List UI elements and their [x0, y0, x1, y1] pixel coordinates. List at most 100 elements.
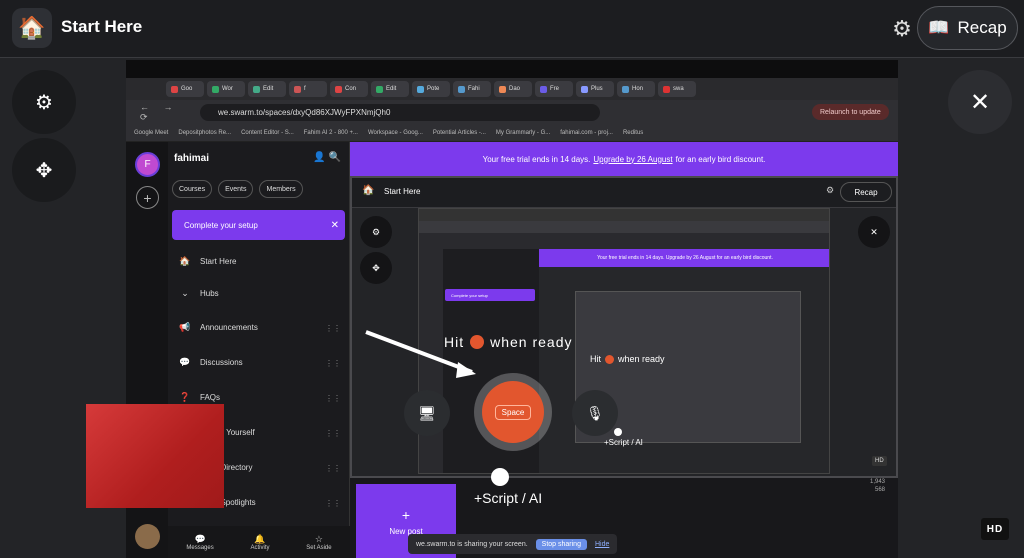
record-button[interactable]: Space — [482, 381, 544, 443]
bottom-nav-item[interactable]: 💬 Messages — [186, 534, 213, 551]
sidebar-item[interactable]: 💬 Discussions — [178, 357, 243, 368]
tab-label: Edit — [386, 86, 397, 92]
nested-trial-banner: Your free trial ends in 14 days. Upgrade… — [539, 249, 829, 267]
camera-preview[interactable] — [86, 404, 224, 508]
bookmark-item[interactable]: My Grammarly - G... — [496, 130, 550, 136]
hub-icon: ❓ — [179, 392, 191, 402]
drag-handle-icon[interactable]: ⋮⋮ — [325, 499, 341, 508]
tab-strip: Goo Wor Edit f Con Edit Pote Fahi Dao Fre Plus Hon s… — [126, 78, 898, 100]
close-button[interactable]: ✕ — [948, 70, 1012, 134]
plus-icon: + — [401, 506, 411, 523]
inner-move-icon[interactable]: ✥ — [360, 252, 392, 284]
screen-share-button[interactable]: 🖥 — [404, 390, 450, 436]
sidebar-item-label: Discussions — [200, 358, 243, 367]
microphone-button[interactable]: 🎙 — [572, 390, 618, 436]
bookmark-item[interactable]: Content Editor - S... — [241, 130, 294, 136]
drag-handle-icon[interactable]: ⋮⋮ — [325, 429, 341, 438]
sidebar-item[interactable]: 📢 Announcements — [178, 322, 257, 333]
upgrade-link[interactable]: Upgrade by 26 August — [593, 155, 672, 164]
complete-setup-item[interactable]: Complete your setup ✕ — [172, 210, 345, 240]
script-ai-button[interactable]: +Script / AI — [474, 490, 542, 506]
inner-close-icon[interactable]: ✕ — [858, 216, 890, 248]
record-dot-icon — [605, 354, 614, 364]
home-icon[interactable]: 🏠 — [12, 8, 52, 48]
browser-tab[interactable]: Edit — [248, 81, 286, 97]
recap-button[interactable]: 📖 Recap — [917, 6, 1018, 50]
url-field[interactable]: we.swarm.to/spaces/dxyQd86XJWyFPXNmjQh0 — [200, 103, 600, 121]
script-ai-label-small[interactable]: +Script / AI — [604, 438, 643, 447]
bottom-nav-item[interactable]: 🔔 Activity — [250, 534, 269, 551]
drag-handle-icon[interactable]: ⋮⋮ — [325, 464, 341, 473]
bookmark-item[interactable]: fahimai.com - proj... — [560, 130, 613, 136]
nested-tabs — [419, 209, 829, 221]
browser-tab[interactable]: Fahi — [453, 81, 491, 97]
script-toggle-dot[interactable] — [614, 428, 622, 436]
script-toggle-dot[interactable] — [491, 468, 509, 486]
bookmark-item[interactable]: Fahim AI 2 - 800 +... — [304, 130, 358, 136]
hubs-label: Hubs — [200, 289, 219, 298]
pill-members[interactable]: Members — [259, 180, 303, 198]
bookmark-item[interactable]: Reditus — [623, 130, 643, 136]
share-text: we.swarm.to is sharing your screen. — [416, 540, 528, 548]
pill-courses[interactable]: Courses — [172, 180, 213, 198]
setup-label: Complete your setup — [184, 220, 258, 230]
share-bar: we.swarm.to is sharing your screen. Stop… — [408, 534, 618, 554]
stop-sharing-button[interactable]: Stop sharing — [535, 538, 587, 550]
browser-tab[interactable]: Con — [330, 81, 368, 97]
tab-label: swa — [673, 86, 684, 92]
browser-tab[interactable]: Fre — [535, 81, 573, 97]
nav-label: Activity — [250, 544, 270, 551]
browser-tab[interactable]: Edit — [371, 81, 409, 97]
bottom-nav-item[interactable]: ☆ Set Aside — [306, 534, 331, 551]
relaunch-button[interactable]: Relaunch to update — [812, 104, 889, 120]
browser-tab[interactable]: f — [289, 81, 327, 97]
close-icon[interactable]: ✕ — [331, 220, 339, 231]
browser-tab[interactable]: Plus — [576, 81, 614, 97]
bookmark-item[interactable]: Google Meet — [134, 130, 168, 136]
hd-badge-small: HD — [872, 456, 887, 466]
inner-title: Start Here — [384, 187, 421, 196]
browser-tab[interactable]: swa — [658, 81, 696, 97]
hit-text-after: when ready — [490, 334, 573, 350]
bookmark-item[interactable]: Workspace - Goog... — [368, 130, 423, 136]
avatar[interactable]: F — [135, 152, 160, 177]
sidebar-item-start-here[interactable]: 🏠 Start Here — [178, 256, 236, 267]
nested-url — [419, 221, 829, 233]
close-icon: ✕ — [969, 88, 991, 116]
inner-recap-button[interactable]: Recap — [840, 182, 892, 202]
add-community-button[interactable]: + — [136, 186, 159, 209]
browser-tab[interactable]: Hon — [617, 81, 655, 97]
sidebar-item[interactable]: ❓ FAQs — [178, 392, 220, 403]
browser-tab[interactable]: Dao — [494, 81, 532, 97]
gear-icon[interactable]: ⚙ — [826, 185, 834, 196]
browser-tab[interactable]: Wor — [207, 81, 245, 97]
height-value: 568 — [875, 487, 886, 493]
sidebar-header-icons[interactable]: 👤 🔍 — [313, 152, 341, 163]
inner-gear-icon[interactable]: ⚙ — [360, 216, 392, 248]
hit-text-after: when ready — [618, 354, 665, 364]
profile-avatar[interactable] — [135, 524, 160, 549]
hide-link[interactable]: Hide — [595, 541, 609, 548]
recap-label: Recap — [957, 18, 1007, 37]
tab-favicon-icon — [499, 85, 506, 93]
hubs-header[interactable]: ⌄ Hubs — [178, 288, 219, 299]
tab-favicon-icon — [417, 85, 424, 93]
drag-handle-icon[interactable]: ⋮⋮ — [325, 324, 341, 333]
pill-events[interactable]: Events — [218, 180, 254, 198]
community-name[interactable]: fahimai — [174, 153, 209, 164]
browser-tab[interactable]: Pote — [412, 81, 450, 97]
tab-favicon-icon — [376, 85, 383, 93]
move-icon: ✥ — [35, 159, 53, 182]
gear-icon[interactable]: ⚙ — [888, 15, 916, 43]
bookmark-item[interactable]: Depositphotos Re... — [178, 130, 231, 136]
browser-tab[interactable]: Goo — [166, 81, 204, 97]
drag-handle-icon[interactable]: ⋮⋮ — [325, 394, 341, 403]
settings-button[interactable]: ⚙ — [12, 70, 76, 134]
move-button[interactable]: ✥ — [12, 138, 76, 202]
gear-icon: ⚙ — [35, 91, 53, 114]
drag-handle-icon[interactable]: ⋮⋮ — [325, 359, 341, 368]
hd-badge[interactable]: HD — [981, 518, 1009, 540]
nav-icons[interactable]: ← → ⟳ — [126, 102, 196, 123]
bookmark-item[interactable]: Potential Articles -... — [433, 130, 486, 136]
hub-icon: 💬 — [179, 357, 191, 367]
